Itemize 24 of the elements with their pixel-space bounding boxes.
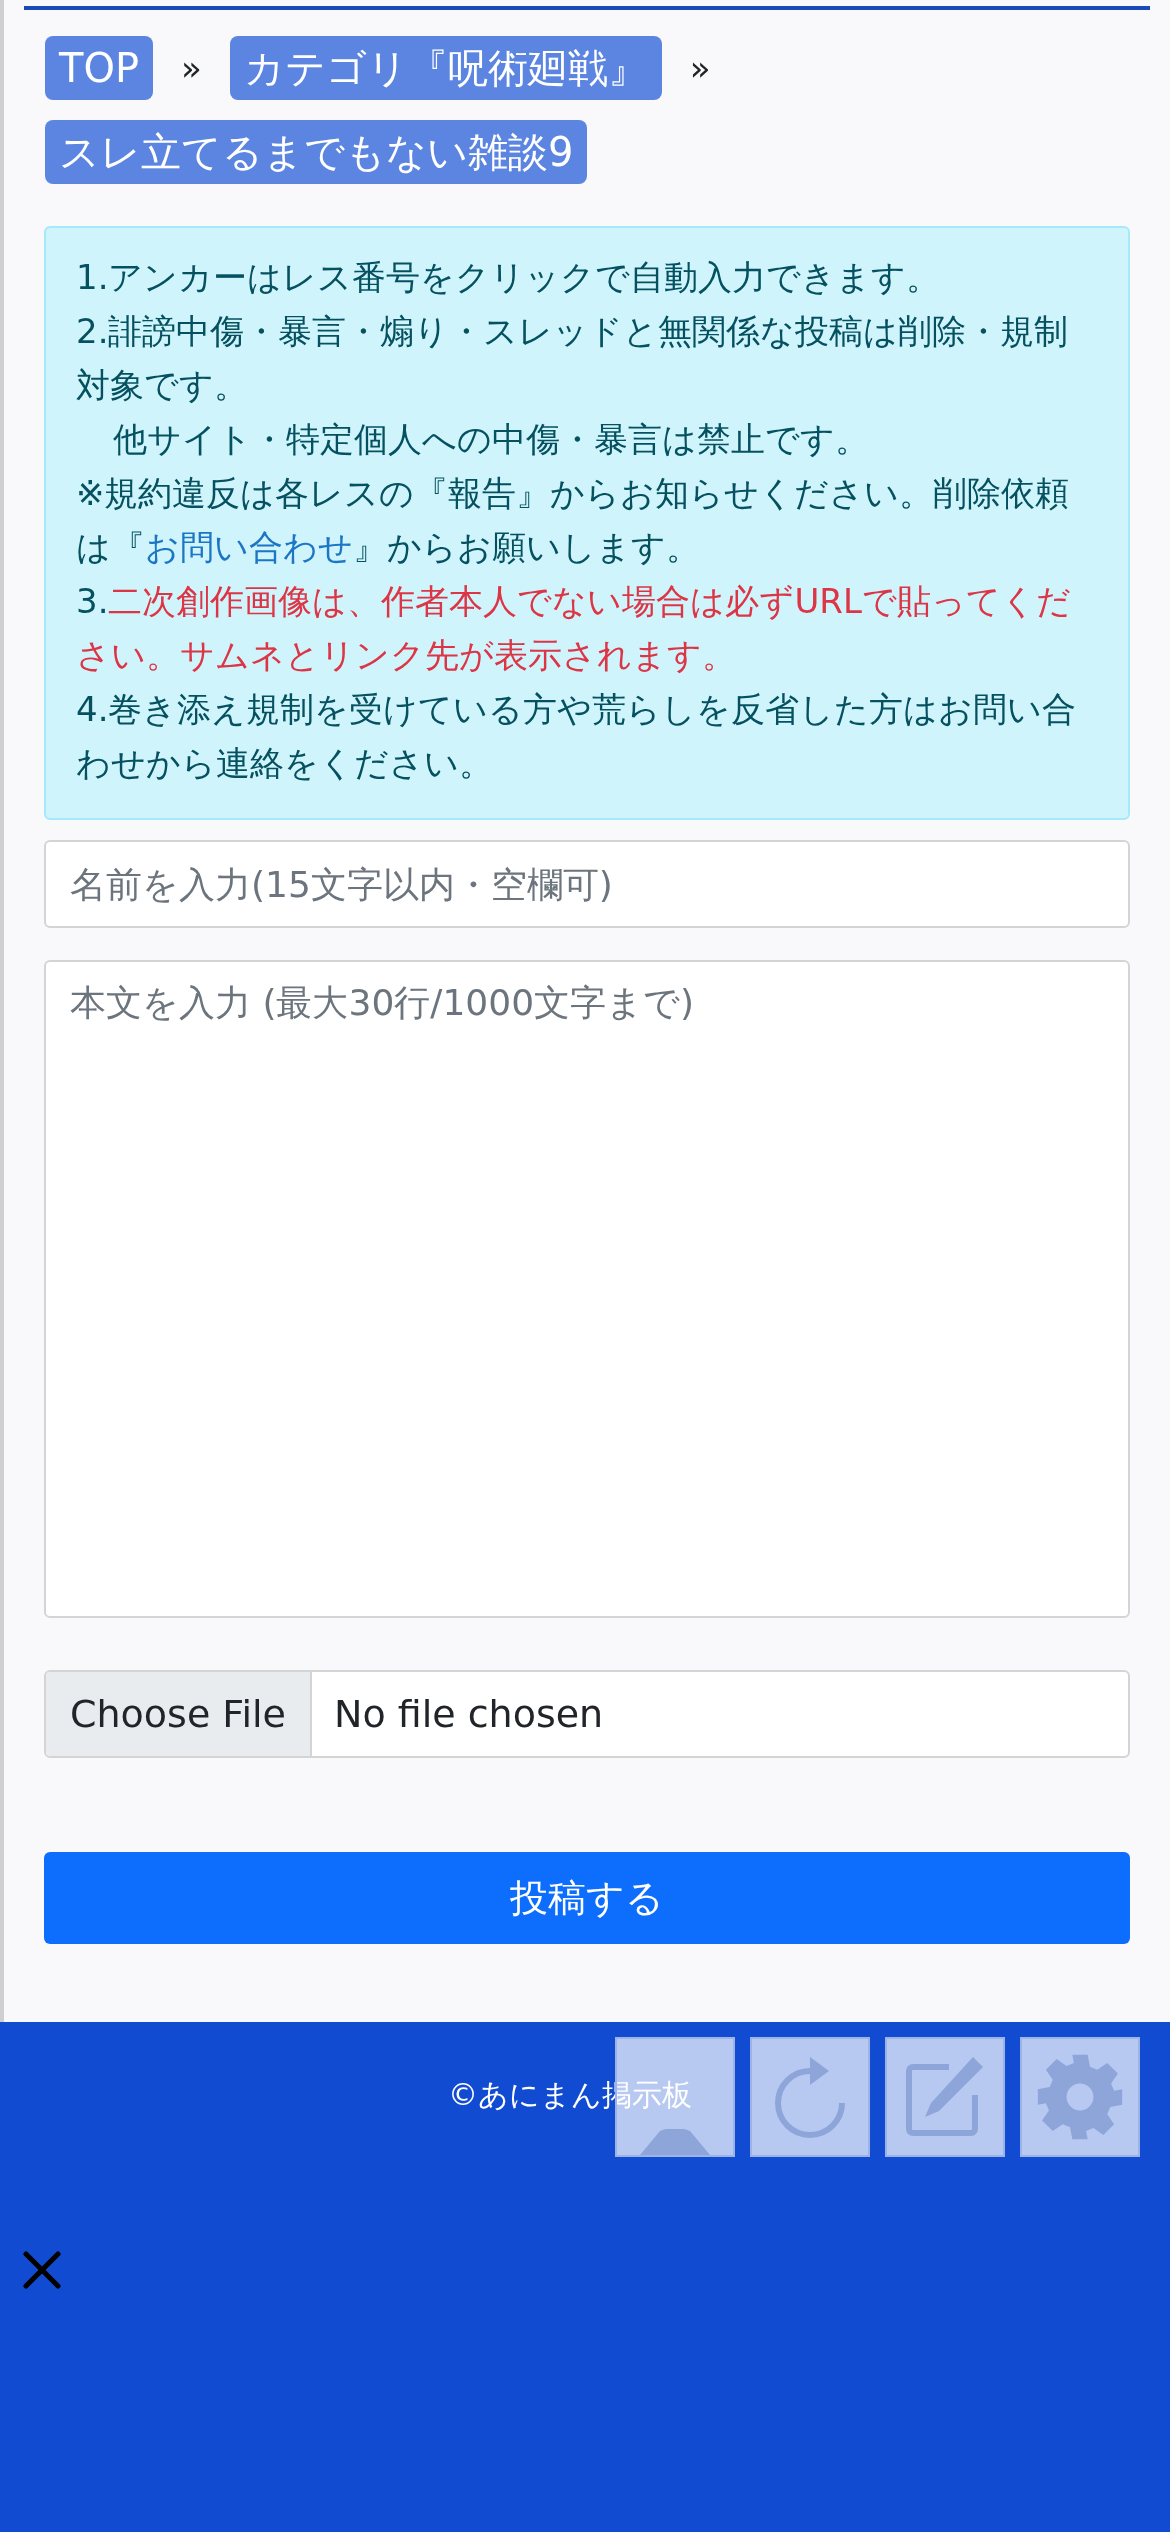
notice-text: 3.二次創作画像は、作者本人でない場合は必ずURLで貼ってください。サムネとリンク先が表示されます。 (76, 580, 1072, 677)
body-field[interactable]: 本文を入力 (最大30行/1000文字まで) (44, 960, 1130, 1618)
hill-icon (640, 2129, 710, 2155)
notice-text: 4.巻き添え規制を受けている方や荒らしを反省した方はお問い合わせから連絡をください。 (76, 688, 1078, 785)
choose-file-button[interactable]: Choose File (46, 1672, 312, 1756)
settings-button[interactable] (1020, 2037, 1140, 2157)
breadcrumb-separator: » (689, 46, 711, 90)
breadcrumb-link[interactable]: カテゴリ『呪術廻戦』 (229, 36, 662, 100)
breadcrumb-link[interactable]: スレ立てるまでもない雑談9 (45, 120, 588, 184)
notice-text: 2.誹謗中傷・暴言・煽り・スレッドと無関係な投稿は削除・規制対象です。 (76, 310, 1070, 407)
notice-text: 他サイト・特定個人への中傷・暴言は禁止です。 (112, 418, 870, 461)
submit-button[interactable]: 投稿する (44, 1852, 1130, 1944)
refresh-button[interactable] (750, 2037, 870, 2157)
close-icon[interactable] (22, 2250, 62, 2290)
notice-text: 1.アンカーはレス番号をクリックで自動入力できます。 (76, 256, 942, 299)
name-field[interactable]: 名前を入力(15文字以内・空欄可) (44, 840, 1130, 928)
refresh-icon (773, 2055, 847, 2139)
breadcrumb-link[interactable]: TOP (45, 36, 154, 100)
edit-button[interactable] (885, 2037, 1005, 2157)
notice-text: ※規約違反は各レスの『報告』からお知らせください。削除依頼は『お問い合わせ』からお願いします。 (76, 472, 1071, 569)
file-status: No file chosen (332, 1690, 605, 1738)
file-input[interactable]: Choose File No file chosen (44, 1670, 1130, 1758)
breadcrumb-separator: » (181, 46, 202, 90)
contact-link[interactable]: お問い合わせ (145, 527, 353, 567)
